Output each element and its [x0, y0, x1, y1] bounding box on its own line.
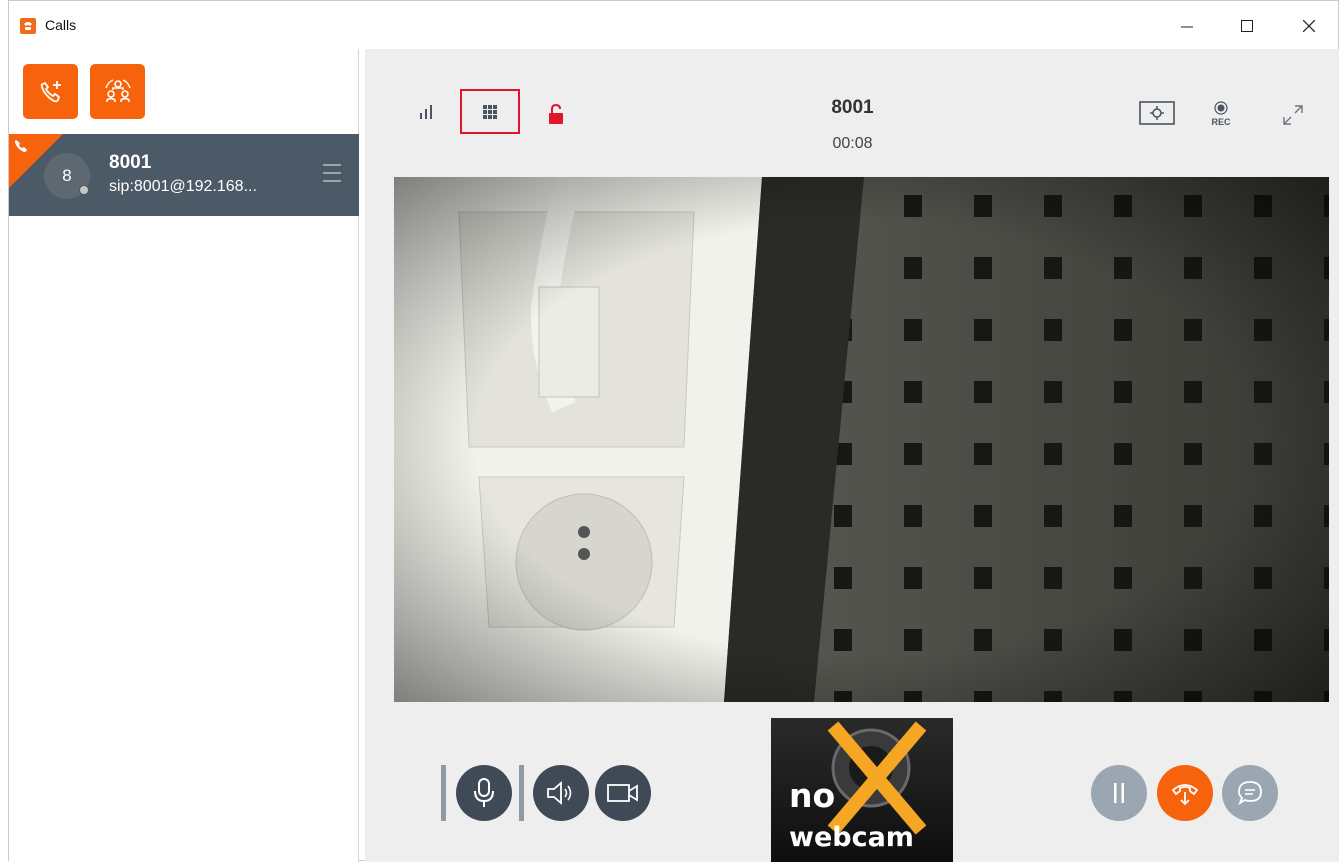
transfer-button[interactable] [1157, 765, 1213, 821]
call-item-menu-button[interactable] [323, 164, 341, 184]
no-webcam-text-line1: no [789, 776, 836, 815]
app-logo-icon [20, 18, 36, 34]
mic-volume-bar[interactable] [441, 765, 446, 821]
fullscreen-button[interactable] [1281, 103, 1305, 127]
conference-icon [104, 78, 131, 102]
close-button[interactable] [1286, 9, 1332, 43]
record-icon [1214, 101, 1228, 115]
phone-icon [15, 140, 27, 152]
remote-video [394, 177, 1329, 702]
record-label: REC [1211, 117, 1231, 127]
transfer-icon [1171, 784, 1199, 806]
screen-share-icon [1139, 101, 1175, 125]
microphone-icon [474, 778, 494, 807]
microphone-button[interactable] [456, 765, 512, 821]
call-duration: 00:08 [832, 135, 873, 152]
maximize-button[interactable] [1224, 9, 1270, 43]
minimize-button[interactable] [1164, 9, 1210, 43]
call-panel: 8001 00:08 REC no webcam [365, 49, 1339, 862]
window-title: Calls [45, 17, 77, 33]
calls-window: Calls 8 8001 sip:8001@192.168... 8001 00… [8, 0, 1339, 862]
calls-sidebar: 8 8001 sip:8001@192.168... [9, 49, 359, 862]
chat-button[interactable] [1222, 765, 1278, 821]
fullscreen-icon [1283, 105, 1303, 125]
speaker-volume-bar[interactable] [519, 765, 524, 821]
hold-button[interactable] [1091, 765, 1147, 821]
new-call-button[interactable] [23, 64, 78, 119]
title-bar: Calls [9, 1, 1338, 49]
call-peer-name: 8001 [831, 97, 874, 118]
call-contact-uri: sip:8001@192.168... [109, 178, 257, 195]
camera-icon [607, 784, 638, 802]
presence-status-dot [79, 185, 89, 195]
record-button[interactable]: REC [1205, 97, 1237, 131]
call-list-item[interactable]: 8 8001 sip:8001@192.168... [9, 134, 359, 216]
speaker-icon [547, 781, 572, 805]
speaker-button[interactable] [533, 765, 589, 821]
camera-button[interactable] [595, 765, 651, 821]
new-call-icon [40, 80, 61, 102]
conference-button[interactable] [90, 64, 145, 119]
screen-share-button[interactable] [1139, 101, 1175, 127]
chat-icon [1238, 781, 1262, 806]
local-video-preview: no webcam [771, 718, 953, 862]
no-webcam-text-line2: webcam [789, 822, 914, 853]
call-contact-name: 8001 [109, 152, 152, 173]
hold-icon [1114, 783, 1124, 803]
